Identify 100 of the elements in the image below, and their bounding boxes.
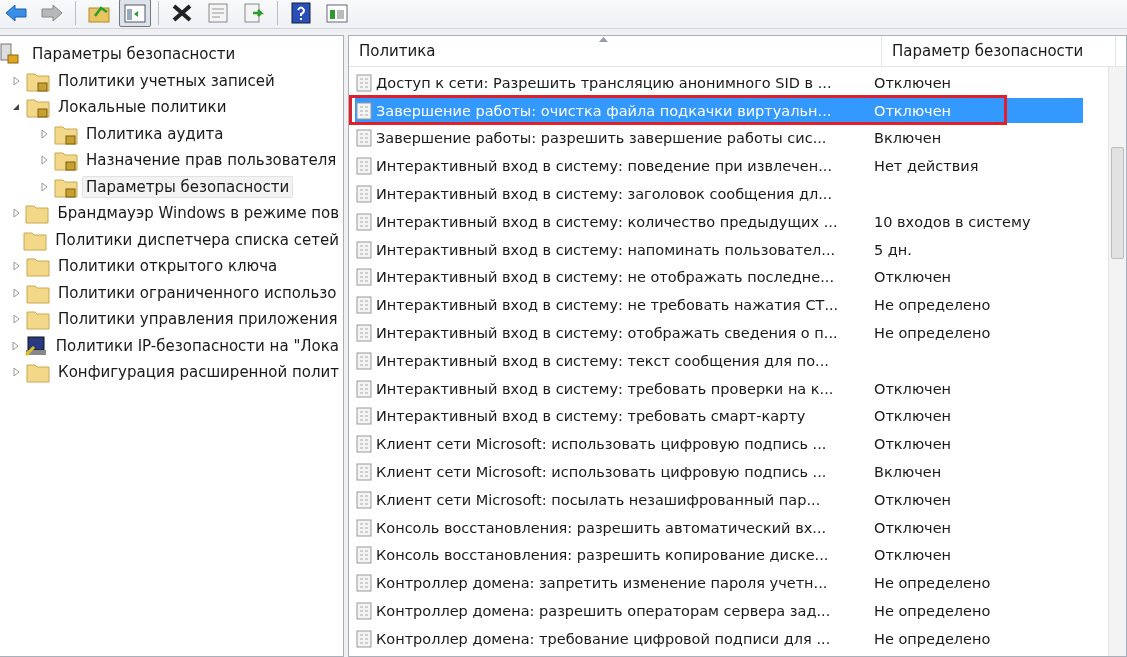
- policy-icon: [355, 101, 373, 120]
- policy-setting: Не определено: [873, 325, 991, 342]
- tree-item[interactable]: Политики диспетчера списка сетей: [51, 228, 343, 251]
- policy-icon: [355, 518, 373, 537]
- expand-arrow-icon[interactable]: [9, 340, 20, 351]
- policy-name: Интерактивный вход в систему: количество предыдущих ...: [376, 213, 839, 230]
- policy-icon: [355, 268, 373, 287]
- policy-icon: [355, 490, 373, 509]
- tree-item[interactable]: Назначение прав пользователя: [82, 149, 341, 172]
- table-row[interactable]: Контроллер домена: запретить изменение пароля учетн... Не определено: [355, 570, 1083, 596]
- vertical-scrollbar[interactable]: [1108, 67, 1126, 656]
- policy-setting: Отключен: [873, 102, 952, 119]
- policy-name: Клиент сети Microsoft: использовать цифровую подпись ...: [376, 436, 828, 453]
- table-row[interactable]: Интерактивный вход в систему: требовать смарт-карту Отключен: [355, 403, 1083, 429]
- tree-item[interactable]: Политика аудита: [82, 122, 228, 145]
- policy-setting: Отключен: [873, 436, 952, 453]
- table-row[interactable]: Завершение работы: разрешить завершение работы сис... Включен: [355, 126, 1083, 151]
- expand-arrow-icon[interactable]: [39, 181, 49, 192]
- folder-icon: [26, 255, 50, 278]
- policy-name: Интерактивный вход в систему: заголовок сообщения дл...: [376, 186, 834, 203]
- policy-setting: Не определено: [873, 603, 991, 620]
- policy-name: Интерактивный вход в систему: напоминать пользовател...: [376, 241, 837, 258]
- expand-arrow-icon[interactable]: [11, 75, 21, 86]
- policy-setting: Включен: [873, 130, 942, 147]
- policy-icon: [355, 240, 373, 259]
- table-row[interactable]: Интерактивный вход в систему: напоминать пользовател... 5 дн.: [355, 237, 1083, 263]
- policy-setting: Отключен: [873, 491, 952, 508]
- tree-item[interactable]: Политики открытого ключа: [54, 255, 282, 278]
- scroll-thumb[interactable]: [1111, 147, 1124, 259]
- policy-name: Клиент сети Microsoft: посылать незашифрованный пар...: [376, 491, 822, 508]
- policy-icon: [355, 602, 373, 621]
- policy-name: Клиент сети Microsoft: использовать цифровую подпись ...: [376, 464, 828, 481]
- tree-item[interactable]: Политики учетных записей: [54, 69, 279, 92]
- policy-setting: Не определено: [873, 575, 991, 592]
- column-header[interactable]: Параметр безопасности: [882, 36, 1116, 66]
- table-row[interactable]: Интерактивный вход в систему: не отображать последне... Отключен: [355, 264, 1083, 290]
- policy-icon: [355, 629, 373, 648]
- policy-icon: [355, 296, 373, 315]
- table-row[interactable]: Клиент сети Microsoft: использовать цифровую подпись ... Отключен: [355, 431, 1083, 457]
- policy-name: Интерактивный вход в систему: отображать сведения о п...: [376, 325, 839, 342]
- expand-arrow-icon[interactable]: [11, 261, 21, 272]
- tree-item[interactable]: Политики IP-безопасности на "Лока: [51, 334, 343, 357]
- expand-arrow-icon[interactable]: [10, 208, 21, 219]
- tree-item[interactable]: Политики управления приложения: [54, 308, 342, 331]
- tree-item[interactable]: Политики ограниченного использо: [54, 281, 341, 304]
- policy-name: Интерактивный вход в систему: не отображать последне...: [376, 269, 835, 286]
- table-row[interactable]: Интерактивный вход в систему: поведение при извлечен... Нет действия: [355, 153, 1083, 179]
- folder-icon: [26, 308, 50, 331]
- policy-setting: Отключен: [873, 408, 952, 425]
- policy-name: Контроллер домена: требование цифровой подписи для ...: [376, 630, 832, 647]
- table-row[interactable]: Клиент сети Microsoft: использовать цифровую подпись ... Включен: [355, 459, 1083, 485]
- policy-name: Интерактивный вход в систему: текст сообщения для по...: [376, 352, 830, 369]
- policy-icon: [355, 379, 373, 398]
- collapse-arrow-icon[interactable]: [11, 102, 21, 113]
- policy-name: Интерактивный вход в систему: поведение при извлечен...: [376, 158, 834, 175]
- locked-folder-icon: [26, 96, 50, 119]
- policy-name: Интерактивный вход в систему: не требовать нажатия СТ...: [376, 297, 840, 314]
- table-row[interactable]: Консоль восстановления: разрешить автоматический вх... Отключен: [355, 515, 1083, 541]
- table-row[interactable]: Интерактивный вход в систему: отображать сведения о п... Не определено: [355, 320, 1083, 346]
- computer-key-icon: [23, 334, 48, 357]
- policy-name: Консоль восстановления: разрешить копирование диске...: [376, 547, 830, 564]
- policy-icon: [355, 463, 373, 482]
- tree-item[interactable]: Локальные политики: [54, 96, 231, 119]
- policy-icon: [355, 73, 373, 92]
- table-row[interactable]: Интерактивный вход в систему: заголовок сообщения дл...: [355, 181, 1083, 207]
- tree-button[interactable]: [119, 0, 151, 27]
- folder-icon: [25, 202, 50, 225]
- table-row[interactable]: Интерактивный вход в систему: не требовать нажатия СТ... Не определено: [355, 292, 1083, 318]
- table-row[interactable]: Консоль восстановления: разрешить копирование диске... Отключен: [355, 542, 1083, 568]
- policy-setting: 10 входов в систему: [873, 213, 1031, 230]
- tree-root[interactable]: Параметры безопасности: [28, 43, 240, 66]
- sort-arrow-icon: [599, 37, 608, 42]
- expand-arrow-icon[interactable]: [11, 367, 21, 378]
- table-row[interactable]: Доступ к сети: Разрешить трансляцию анонимного SID в ... Отключен: [355, 70, 1083, 96]
- policy-setting: Отключен: [873, 547, 952, 564]
- expand-arrow-icon[interactable]: [39, 155, 49, 166]
- tree-item[interactable]: Конфигурация расширенной полит: [54, 361, 343, 384]
- policy-setting: 5 дн.: [873, 241, 912, 258]
- table-row[interactable]: Контроллер домена: требование цифровой подписи для ... Не определено: [355, 626, 1083, 652]
- policy-name: Консоль восстановления: разрешить автоматический вх...: [376, 519, 828, 536]
- policy-setting: Отключен: [873, 380, 952, 397]
- expand-arrow-icon[interactable]: [11, 314, 21, 325]
- policy-name: Контроллер домена: запретить изменение пароля учетн...: [376, 575, 829, 592]
- expand-arrow-icon[interactable]: [11, 287, 21, 298]
- table-row[interactable]: Интерактивный вход в систему: требовать проверки на к... Отключен: [355, 376, 1083, 402]
- folder-icon: [26, 361, 50, 384]
- policy-icon: [355, 351, 373, 370]
- policy-setting: Отключен: [873, 519, 952, 536]
- table-row[interactable]: Контроллер домена: разрешить операторам сервера зад... Не определено: [355, 598, 1083, 624]
- policy-icon: [355, 574, 373, 593]
- tree-item[interactable]: Параметры безопасности: [82, 175, 294, 198]
- policy-icon: [355, 435, 373, 454]
- policy-icon: [355, 129, 373, 148]
- policy-name: Доступ к сети: Разрешить трансляцию анонимного SID в ...: [376, 74, 833, 91]
- table-row[interactable]: Интерактивный вход в систему: количество предыдущих ... 10 входов в систему: [355, 209, 1083, 235]
- table-row[interactable]: Клиент сети Microsoft: посылать незашифрованный пар... Отключен: [355, 487, 1083, 513]
- expand-arrow-icon[interactable]: [39, 128, 49, 139]
- table-row[interactable]: Интерактивный вход в систему: текст сообщения для по...: [355, 348, 1083, 374]
- policy-icon: [355, 157, 373, 176]
- tree-item[interactable]: Брандмауэр Windows в режиме пов: [53, 202, 343, 225]
